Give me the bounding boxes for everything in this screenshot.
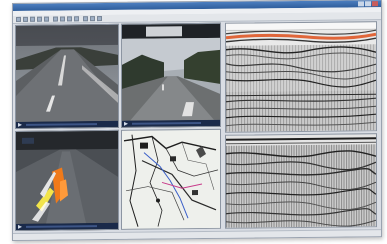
toolbar-button[interactable] [37,16,42,22]
toolbar-button[interactable] [16,16,21,22]
camera-road-view[interactable] [121,22,221,128]
toolbar-button[interactable] [74,16,79,22]
status-bar [13,229,381,241]
road-image [16,24,118,122]
toolbar-button[interactable] [67,16,72,22]
radar-profile-top[interactable] [225,21,377,133]
radar-profile-bottom[interactable] [225,133,377,229]
minimize-button[interactable] [358,1,364,7]
video-progress[interactable] [132,122,201,125]
map-view[interactable] [121,128,221,230]
radargram-bottom [226,134,376,228]
forest-road-image [122,23,220,121]
camera-lidar-view[interactable] [15,129,119,231]
toolbar-button[interactable] [53,16,58,22]
play-icon[interactable] [124,121,128,126]
toolbar-button[interactable] [97,16,102,22]
video-progress[interactable] [26,225,98,228]
camera-front-view[interactable] [15,23,119,129]
application-window [12,0,382,241]
video-controls[interactable] [16,120,118,128]
toolbar-button[interactable] [30,16,35,22]
toolbar-button[interactable] [83,16,88,22]
lidar-image [16,130,118,224]
radargram-top [226,22,376,132]
toolbar-button[interactable] [90,16,95,22]
video-controls[interactable] [16,222,118,230]
toolbar-button[interactable] [23,16,28,22]
close-button[interactable] [372,1,378,7]
toolbar-button[interactable] [44,16,49,22]
maximize-button[interactable] [365,1,371,7]
video-progress[interactable] [26,123,98,126]
play-icon[interactable] [18,224,22,229]
toolbar-button[interactable] [60,16,65,22]
play-icon[interactable] [18,122,22,127]
map-icon [122,129,220,229]
video-controls[interactable] [122,119,220,127]
window-controls [358,1,378,7]
